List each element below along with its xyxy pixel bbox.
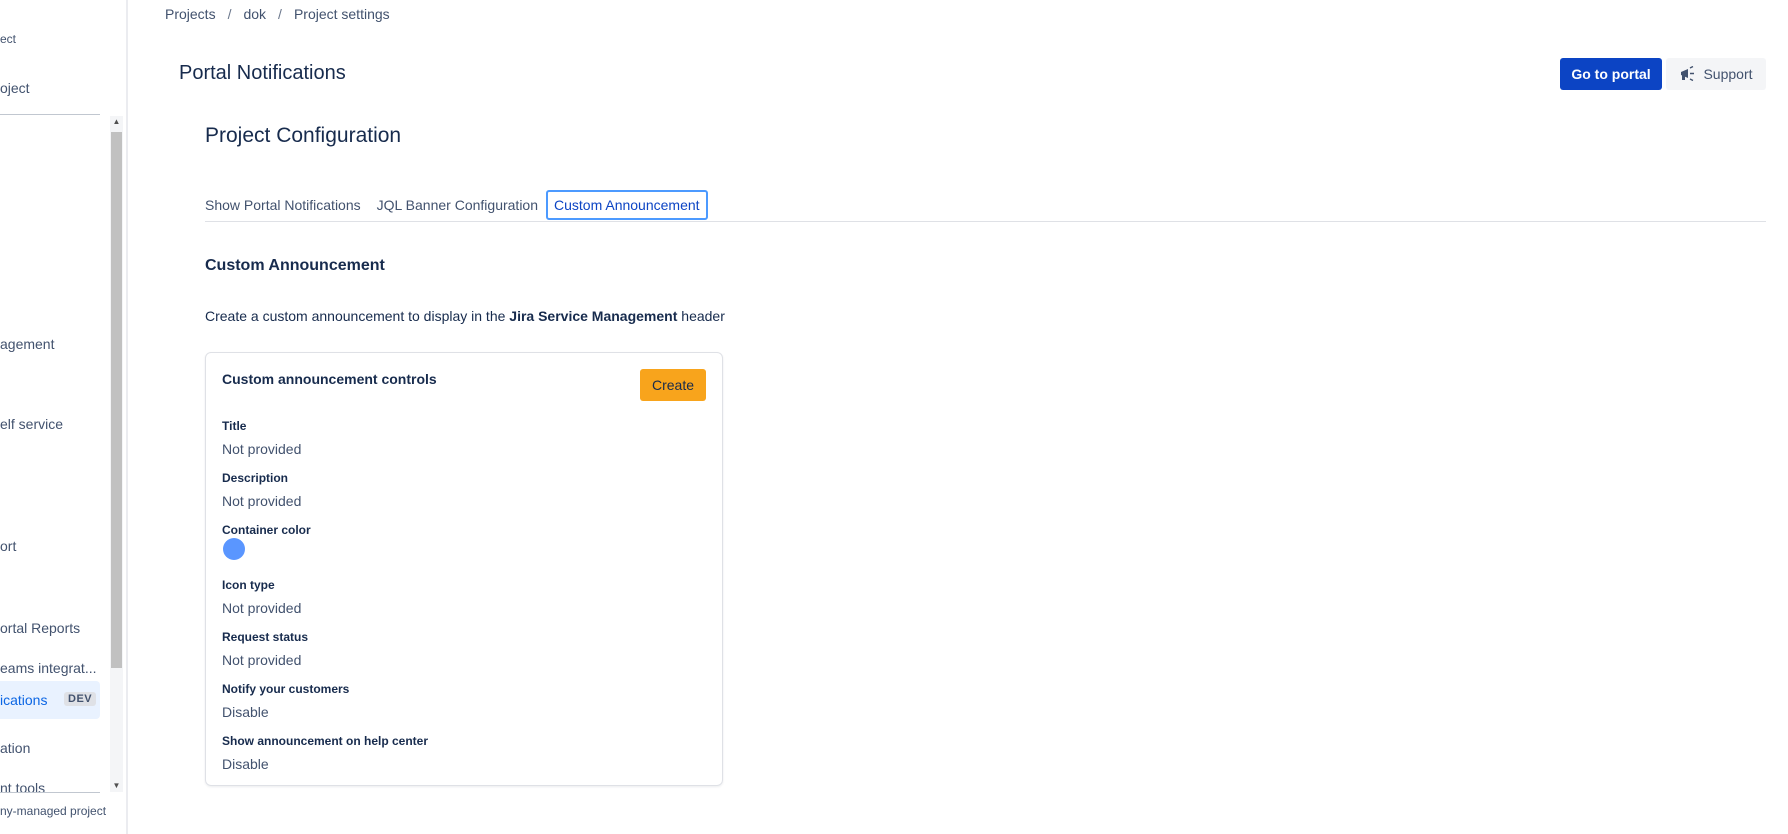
- field-value-show-on-help-center: Disable: [222, 756, 269, 772]
- project-configuration-heading: Project Configuration: [205, 124, 402, 147]
- field-label-request-status: Request status: [222, 630, 309, 644]
- breadcrumb-project-settings[interactable]: Project settings: [294, 6, 390, 22]
- sidebar-item-tools[interactable]: nt tools: [0, 780, 45, 796]
- description-text: Create a custom announcement to display …: [205, 308, 510, 324]
- field-label-description: Description: [222, 471, 289, 485]
- support-label: Support: [1703, 66, 1753, 82]
- field-label-show-on-help-center: Show announcement on help center: [222, 734, 429, 748]
- field-label-notify-customers: Notify your customers: [222, 682, 350, 696]
- custom-announcement-heading: Custom Announcement: [205, 257, 385, 274]
- scrollbar-thumb[interactable]: [111, 132, 122, 668]
- breadcrumb-separator: /: [278, 6, 282, 22]
- breadcrumb-separator: /: [227, 6, 232, 22]
- sidebar-item-report[interactable]: ort: [0, 538, 16, 554]
- page-title: Portal Notifications: [179, 62, 346, 84]
- card-title: Custom announcement controls: [222, 371, 437, 387]
- announcement-description: Create a custom announcement to display …: [205, 308, 725, 324]
- dev-badge: DEV: [64, 692, 97, 706]
- sidebar-item-automation[interactable]: ation: [0, 740, 30, 756]
- tab-custom-announcement[interactable]: Custom Announcement: [546, 190, 708, 220]
- sidebar-footer-text: ny-managed project: [0, 804, 107, 818]
- container-color-swatch: [223, 538, 245, 560]
- field-value-icon-type: Not provided: [222, 600, 302, 616]
- breadcrumb-project[interactable]: dok: [243, 6, 266, 22]
- field-value-description: Not provided: [222, 493, 302, 509]
- sidebar-item-portal-notifications[interactable]: ications DEV: [0, 681, 100, 719]
- field-label-icon-type: Icon type: [222, 578, 275, 592]
- sidebar-scrollbar[interactable]: ▲ ▼: [110, 116, 123, 792]
- field-value-title: Not provided: [222, 441, 302, 457]
- sidebar-item-portal-reports[interactable]: ortal Reports: [0, 620, 80, 636]
- tabs-divider: [205, 221, 1766, 222]
- breadcrumb-projects[interactable]: Projects: [165, 6, 216, 22]
- support-button[interactable]: Support: [1666, 58, 1766, 90]
- sidebar-footer-divider: [0, 792, 100, 793]
- sidebar-divider: [0, 114, 100, 115]
- field-label-container-color: Container color: [222, 523, 311, 537]
- sidebar-item-teams-integration[interactable]: eams integrat...: [0, 660, 97, 676]
- field-value-notify-customers: Disable: [222, 704, 269, 720]
- megaphone-icon: [1681, 66, 1695, 82]
- field-label-title: Title: [222, 419, 247, 433]
- scroll-down-arrow-icon[interactable]: ▼: [110, 780, 123, 792]
- breadcrumb: Projects / dok / Project settings: [165, 6, 390, 22]
- sidebar-item-label: ications: [0, 692, 48, 708]
- tab-show-portal-notifications[interactable]: Show Portal Notifications: [205, 191, 361, 219]
- create-button[interactable]: Create: [640, 369, 706, 401]
- config-tabs: Show Portal Notifications JQL Banner Con…: [205, 190, 724, 220]
- sidebar: ect oject agement elf service ort ortal …: [0, 0, 128, 834]
- go-to-portal-button[interactable]: Go to portal: [1560, 58, 1662, 90]
- field-value-request-status: Not provided: [222, 652, 302, 668]
- description-text-suffix: header: [677, 308, 725, 324]
- description-bold-text: Jira Service Management: [509, 308, 678, 324]
- sidebar-item-self-service[interactable]: elf service: [0, 416, 63, 432]
- announcement-controls-card: Custom announcement controls Create Titl…: [205, 352, 723, 786]
- sidebar-project-type: ect: [0, 32, 17, 46]
- tab-jql-banner-configuration[interactable]: JQL Banner Configuration: [377, 191, 538, 219]
- sidebar-project-link[interactable]: oject: [0, 80, 30, 96]
- scroll-up-arrow-icon[interactable]: ▲: [110, 116, 123, 128]
- sidebar-item-management[interactable]: agement: [0, 336, 54, 352]
